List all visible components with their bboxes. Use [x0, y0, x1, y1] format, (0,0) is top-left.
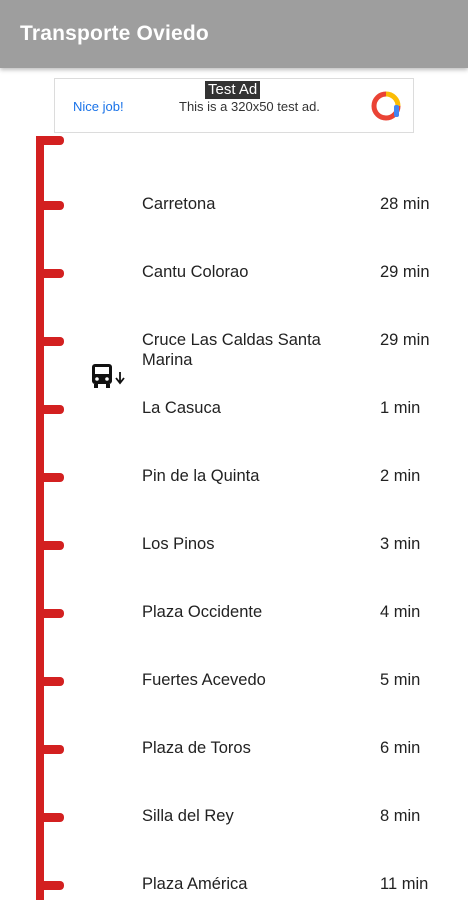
stop-tick — [36, 201, 64, 210]
stop-row[interactable]: Plaza de Toros 6 min — [0, 712, 468, 780]
stop-eta: 5 min — [380, 671, 421, 689]
stop-name: Fuertes Acevedo — [142, 671, 266, 689]
stop-name: Los Pinos — [142, 535, 215, 553]
stop-eta: 3 min — [380, 535, 421, 553]
stop-tick — [36, 881, 64, 890]
stop-name: Silla del Rey — [142, 807, 234, 825]
stop-tick — [36, 136, 64, 145]
stop-row[interactable]: Cruce Las Caldas Santa Marina 29 min — [0, 304, 468, 372]
stop-row[interactable]: Cantu Colorao 29 min — [0, 236, 468, 304]
stop-eta: 11 min — [380, 875, 429, 893]
stop-row[interactable]: Plaza América 11 min — [0, 848, 468, 900]
stop-name: Carretona — [142, 195, 216, 213]
stop-tick — [36, 269, 64, 278]
test-ad-badge: Test Ad — [205, 81, 261, 99]
stop-tick — [36, 337, 64, 346]
stop-eta: 28 min — [380, 195, 430, 213]
admob-logo-icon — [371, 91, 401, 121]
stop-row[interactable]: Fuertes Acevedo 5 min — [0, 644, 468, 712]
stop-eta: 6 min — [380, 739, 421, 757]
stop-name: Plaza Occidente — [142, 603, 263, 621]
app-bar: Transporte Oviedo — [0, 0, 468, 68]
stop-eta: 1 min — [380, 399, 421, 417]
stop-name: La Casuca — [142, 399, 221, 417]
ad-cta[interactable]: Nice job! — [73, 99, 124, 114]
stop-tick — [36, 609, 64, 618]
stop-eta: 29 min — [380, 331, 430, 349]
stop-tick — [36, 813, 64, 822]
stop-row[interactable]: Silla del Rey 8 min — [0, 780, 468, 848]
stop-tick — [36, 677, 64, 686]
stop-name: Plaza de Toros — [142, 739, 251, 757]
stop-tick — [36, 541, 64, 550]
stop-row[interactable]: La Casuca 1 min — [0, 372, 468, 440]
stop-name: Cantu Colorao — [142, 263, 249, 281]
stop-name: Pin de la Quinta — [142, 467, 260, 485]
stop-eta: 8 min — [380, 807, 421, 825]
stop-row[interactable]: Carretona 28 min — [0, 168, 468, 236]
stop-eta: 4 min — [380, 603, 421, 621]
stop-tick — [36, 473, 64, 482]
stop-row[interactable]: Plaza Occidente 4 min — [0, 576, 468, 644]
stop-row[interactable]: Pin de la Quinta 2 min — [0, 440, 468, 508]
stop-list[interactable]: Carretona 28 min Cantu Colorao 29 min Cruce … — [0, 136, 468, 900]
ad-message: This is a 320x50 test ad. — [179, 99, 320, 114]
stop-name: Plaza América — [142, 875, 248, 893]
stop-name: Cruce Las Caldas Santa Marina — [142, 331, 321, 369]
stop-tick — [36, 405, 64, 414]
ad-banner[interactable]: Test Ad Nice job! This is a 320x50 test … — [54, 78, 414, 133]
stop-eta: 29 min — [380, 263, 430, 281]
app-title: Transporte Oviedo — [20, 22, 209, 45]
stop-tick — [36, 745, 64, 754]
stop-eta: 2 min — [380, 467, 421, 485]
stop-row[interactable]: Los Pinos 3 min — [0, 508, 468, 576]
